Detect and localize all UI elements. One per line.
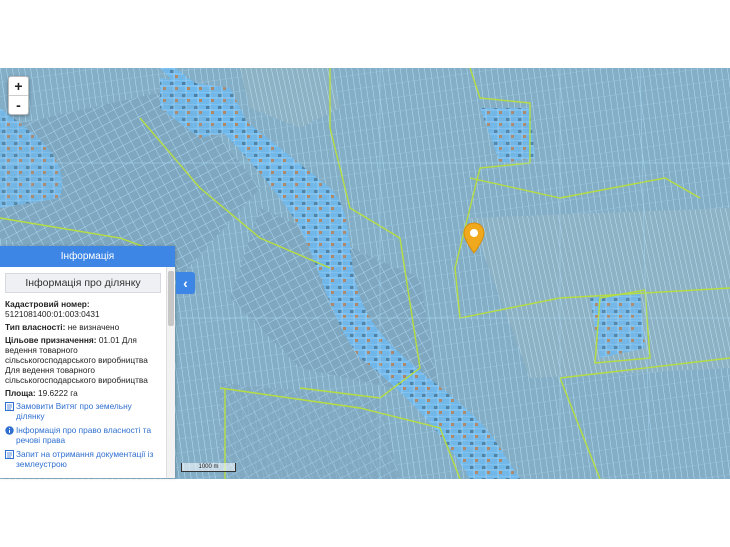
collapse-panel-button[interactable]: ‹ — [176, 272, 195, 294]
document-icon — [5, 450, 14, 459]
area-label: Площа: — [5, 388, 36, 398]
chevron-left-icon: ‹ — [183, 275, 188, 291]
scale-label: 1000 m — [198, 464, 219, 470]
cadastral-label: Кадастровий номер: — [5, 299, 90, 309]
ownership-row: Тип власності: не визначено — [5, 322, 161, 332]
ownership-label: Тип власності: — [5, 322, 66, 332]
land-docs-request-link[interactable]: Запит на отримання документації із земле… — [5, 449, 161, 469]
cadastral-number-row: Кадастровий номер: 5121081400:01:003:043… — [5, 299, 161, 319]
order-extract-label: Замовити Витяг про земельну ділянку — [16, 401, 132, 421]
document-icon — [5, 402, 14, 411]
info-panel: Інформація Інформація про ділянку Кадаст… — [0, 246, 175, 478]
scale-bar: 1000 m — [181, 463, 236, 472]
panel-body: Інформація про ділянку Кадастровий номер… — [0, 267, 166, 478]
panel-header: Інформація — [0, 246, 175, 267]
zoom-out-button[interactable]: - — [9, 95, 28, 114]
area-value: 19.6222 га — [37, 388, 78, 398]
zoom-control: + - — [8, 76, 29, 115]
order-extract-link[interactable]: Замовити Витяг про земельну ділянку — [5, 401, 161, 421]
area-row: Площа: 19.6222 га — [5, 388, 161, 398]
purpose-label: Цільове призначення: — [5, 335, 97, 345]
cadastral-value: 5121081400:01:003:0431 — [5, 309, 100, 319]
ownership-info-link[interactable]: Інформація про право власності та речові… — [5, 425, 161, 445]
scrollbar-thumb[interactable] — [168, 271, 174, 326]
panel-scrollbar[interactable] — [166, 267, 175, 478]
zoom-in-button[interactable]: + — [9, 77, 28, 95]
panel-subtitle: Інформація про ділянку — [5, 273, 161, 293]
info-icon — [5, 426, 14, 435]
land-docs-request-label: Запит на отримання документації із земле… — [16, 449, 154, 469]
map-pin-icon[interactable] — [463, 222, 485, 259]
ownership-value: не визначено — [67, 322, 120, 332]
purpose-row: Цільове призначення: 01.01 Для ведення т… — [5, 335, 161, 385]
ownership-info-label: Інформація про право власності та речові… — [16, 425, 152, 445]
